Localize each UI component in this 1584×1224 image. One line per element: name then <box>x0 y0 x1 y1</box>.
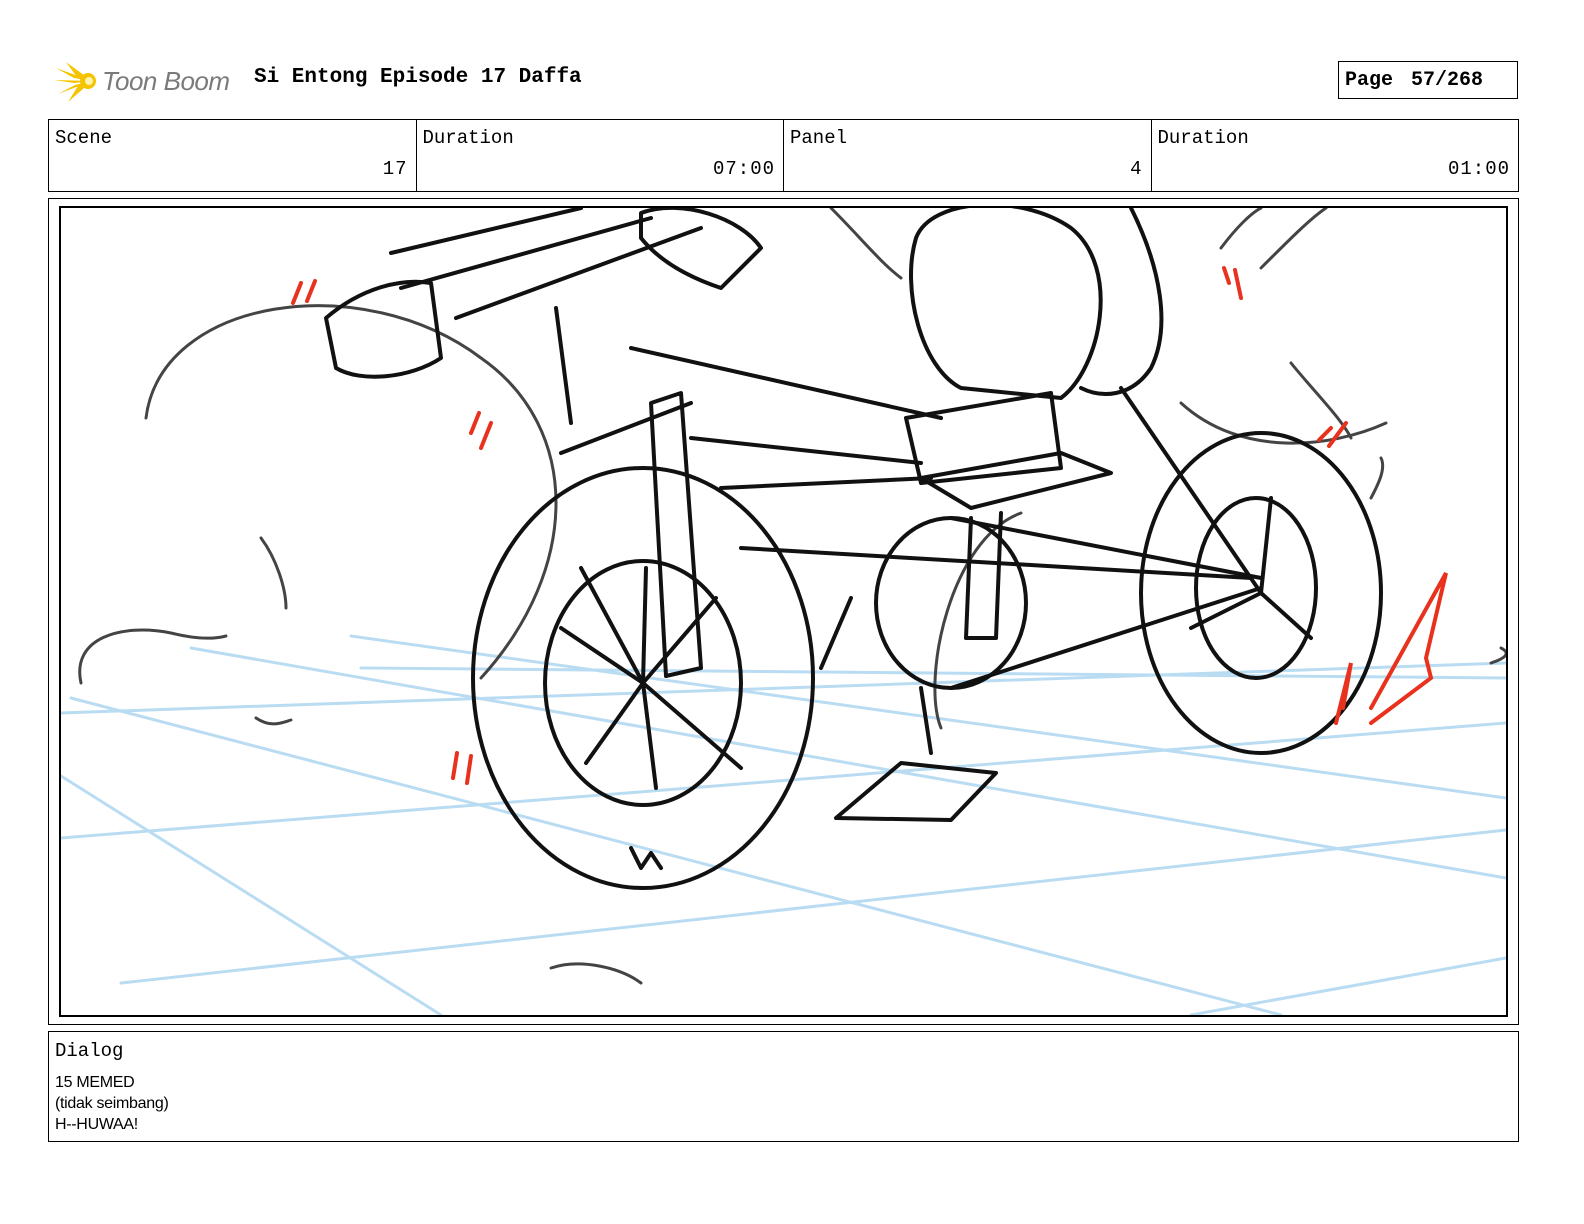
page-indicator: Page 57/268 <box>1338 61 1518 99</box>
scene-value: 17 <box>382 158 408 180</box>
scene-duration-cell: Duration 07:00 <box>417 120 784 191</box>
logo-text: Toon Boom <box>102 65 230 96</box>
dialog-label: Dialog <box>55 1040 124 1062</box>
toon-boom-logo: Toon Boom <box>52 56 230 106</box>
dialog-line: 15 MEMED <box>55 1074 135 1091</box>
bicycle-sketch-image <box>61 208 1506 1015</box>
panel-cell: Panel 4 <box>784 120 1152 191</box>
dialog-box: Dialog 15 MEMED (tidak seimbang) H--HUWA… <box>48 1031 1519 1142</box>
dialog-line: H--HUWAA! <box>55 1116 138 1133</box>
dialog-line: (tidak seimbang) <box>55 1095 169 1112</box>
page-label: Page <box>1345 68 1394 92</box>
panel-duration-cell: Duration 01:00 <box>1152 120 1519 191</box>
panel-value: 4 <box>1130 158 1143 180</box>
project-title: Si Entong Episode 17 Daffa <box>254 66 582 89</box>
scene-duration-value: 07:00 <box>712 158 775 180</box>
scene-duration-label: Duration <box>422 127 514 149</box>
panel-duration-value: 01:00 <box>1447 158 1510 180</box>
storyboard-panel-frame <box>48 198 1519 1025</box>
panel-label: Panel <box>790 127 848 149</box>
scene-cell: Scene 17 <box>49 120 417 191</box>
scene-label: Scene <box>55 127 113 149</box>
page-number: 57/268 <box>1411 68 1484 92</box>
storyboard-drawing <box>59 206 1508 1017</box>
dialog-text: 15 MEMED (tidak seimbang) H--HUWAA! <box>55 1072 169 1135</box>
burst-logo-icon <box>54 62 96 102</box>
panel-info-row: Scene 17 Duration 07:00 Panel 4 Duration… <box>48 119 1519 192</box>
panel-duration-label: Duration <box>1157 127 1249 149</box>
